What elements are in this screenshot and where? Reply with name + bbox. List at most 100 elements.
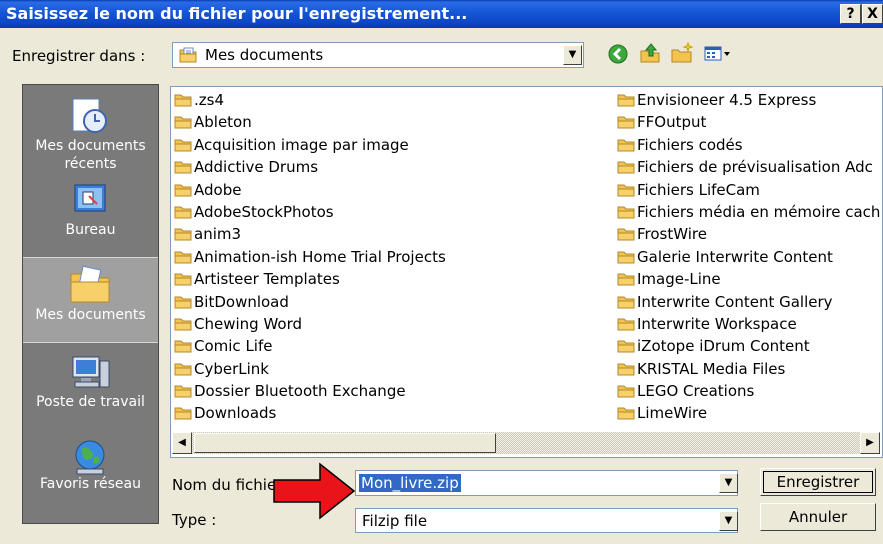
file-list-item[interactable]: Envisioneer 4.5 Express: [617, 89, 880, 111]
horizontal-scrollbar[interactable]: ◀ ▶: [172, 432, 880, 454]
filename-dropdown-button[interactable]: ▼: [719, 473, 738, 493]
folder-icon: [174, 340, 192, 353]
filetype-select[interactable]: Filzip file ▼: [355, 508, 738, 533]
file-name: Artisteer Templates: [194, 270, 340, 289]
file-name: Addictive Drums: [194, 158, 319, 177]
scroll-left-button[interactable]: ◀: [172, 432, 192, 454]
file-list-item[interactable]: Fichiers LifeCam: [617, 179, 880, 201]
file-list-item[interactable]: BitDownload: [174, 291, 446, 313]
folder-icon: [617, 139, 635, 152]
file-list-item[interactable]: Acquisition image par image: [174, 134, 446, 156]
filename-value[interactable]: Mon_livre.zip: [359, 474, 461, 492]
file-name: Envisioneer 4.5 Express: [637, 91, 817, 109]
view-menu-button[interactable]: [702, 42, 734, 68]
file-list-item[interactable]: Dossier Bluetooth Exchange: [174, 380, 446, 402]
folder-icon: [174, 318, 192, 331]
folder-icon: [617, 251, 635, 264]
title-bar[interactable]: Saisissez le nom du fichier pour l'enreg…: [0, 0, 883, 28]
back-button[interactable]: [606, 42, 630, 68]
folder-icon: [617, 116, 635, 129]
help-button[interactable]: ?: [840, 4, 861, 24]
close-button[interactable]: X: [862, 4, 883, 24]
back-arrow-icon: [608, 44, 628, 64]
folder-icon: [617, 385, 635, 398]
file-list-item[interactable]: Chewing Word: [174, 313, 446, 335]
file-list-item[interactable]: anim3: [174, 223, 446, 245]
folder-icon: [174, 228, 192, 241]
file-list-item[interactable]: Animation-ish Home Trial Projects: [174, 246, 446, 268]
file-list[interactable]: .zs4 Ableton Acquisition image par image Ad…: [170, 86, 883, 458]
folder-icon: [174, 206, 192, 219]
file-list-item[interactable]: CyberLink: [174, 358, 446, 380]
filename-label: Nom du fichie: [172, 476, 277, 494]
file-name: Chewing Word: [194, 314, 302, 333]
file-list-item[interactable]: LimeWire: [617, 402, 880, 424]
file-list-item[interactable]: iZotope iDrum Content: [617, 335, 880, 357]
place-network[interactable]: Favoris réseau: [23, 431, 158, 517]
file-name: Interwrite Workspace: [637, 314, 797, 333]
save-in-dropdown[interactable]: Mes documents ▼: [172, 42, 584, 68]
save-button[interactable]: Enregistrer: [760, 468, 876, 496]
file-list-item[interactable]: Ableton: [174, 111, 446, 133]
places-bar: Mes documents récents Bureau Mes documen…: [22, 84, 159, 524]
save-in-dropdown-button[interactable]: ▼: [563, 45, 582, 65]
file-name: Adobe: [194, 180, 242, 199]
folder-icon: [174, 184, 192, 197]
scroll-thumb[interactable]: [194, 433, 496, 453]
place-label: Poste de travail: [36, 394, 145, 410]
filetype-dropdown-button[interactable]: ▼: [719, 511, 738, 531]
file-list-column-right: Envisioneer 4.5 Express FFOutput Fichiers …: [617, 89, 880, 425]
place-my-documents[interactable]: Mes documents: [23, 257, 158, 343]
cancel-button[interactable]: Annuler: [760, 503, 876, 531]
file-list-item[interactable]: Image-Line: [617, 268, 880, 290]
file-name: FFOutput: [637, 113, 707, 132]
file-list-item[interactable]: Fichiers média en mémoire cach: [617, 201, 880, 223]
my-computer-icon: [72, 356, 110, 388]
file-name: Animation-ish Home Trial Projects: [194, 247, 446, 266]
place-recent-documents[interactable]: Mes documents récents: [23, 89, 158, 175]
file-list-item[interactable]: Fichiers de prévisualisation Adc: [617, 156, 880, 178]
file-name: KRISTAL Media Files: [637, 359, 786, 378]
folder-icon: [174, 139, 192, 152]
file-name: Interwrite Content Gallery: [637, 292, 833, 311]
save-in-label: Enregistrer dans :: [12, 47, 146, 65]
folder-icon: [617, 340, 635, 353]
file-list-item[interactable]: Interwrite Workspace: [617, 313, 880, 335]
file-name: BitDownload: [194, 292, 289, 311]
place-desktop[interactable]: Bureau: [23, 177, 158, 263]
file-list-item[interactable]: AdobeStockPhotos: [174, 201, 446, 223]
place-my-computer[interactable]: Poste de travail: [23, 347, 158, 433]
network-places-icon: [75, 440, 105, 475]
file-list-item[interactable]: LEGO Creations: [617, 380, 880, 402]
file-list-item[interactable]: Adobe: [174, 179, 446, 201]
filename-input[interactable]: Mon_livre.zip ▼: [355, 470, 738, 496]
folder-icon: [174, 251, 192, 264]
file-list-item[interactable]: .zs4: [174, 89, 446, 111]
file-name: CyberLink: [194, 359, 269, 378]
folder-icon: [617, 161, 635, 174]
folder-icon: [174, 94, 192, 107]
file-list-item[interactable]: Galerie Interwrite Content: [617, 246, 880, 268]
view-menu-icon: [704, 46, 730, 61]
file-list-item[interactable]: Fichiers codés: [617, 134, 880, 156]
scroll-right-button[interactable]: ▶: [860, 432, 880, 454]
file-name: AdobeStockPhotos: [194, 202, 334, 221]
folder-icon: [174, 161, 192, 174]
file-list-item[interactable]: FrostWire: [617, 223, 880, 245]
file-list-item[interactable]: KRISTAL Media Files: [617, 358, 880, 380]
new-folder-icon: [671, 41, 694, 63]
file-list-item[interactable]: Downloads: [174, 402, 446, 424]
folder-icon: [617, 206, 635, 219]
file-list-item[interactable]: Artisteer Templates: [174, 268, 446, 290]
red-arrow-annotation: [273, 462, 356, 520]
folder-icon: [174, 273, 192, 286]
file-name: Fichiers média en mémoire cach: [637, 202, 881, 221]
file-list-item[interactable]: Interwrite Content Gallery: [617, 291, 880, 313]
up-folder-icon: [640, 43, 660, 63]
file-list-item[interactable]: FFOutput: [617, 111, 880, 133]
file-list-item[interactable]: Comic Life: [174, 335, 446, 357]
file-list-item[interactable]: Addictive Drums: [174, 156, 446, 178]
up-folder-button[interactable]: [638, 42, 662, 68]
new-folder-button[interactable]: [670, 41, 694, 68]
folder-icon: [617, 184, 635, 197]
